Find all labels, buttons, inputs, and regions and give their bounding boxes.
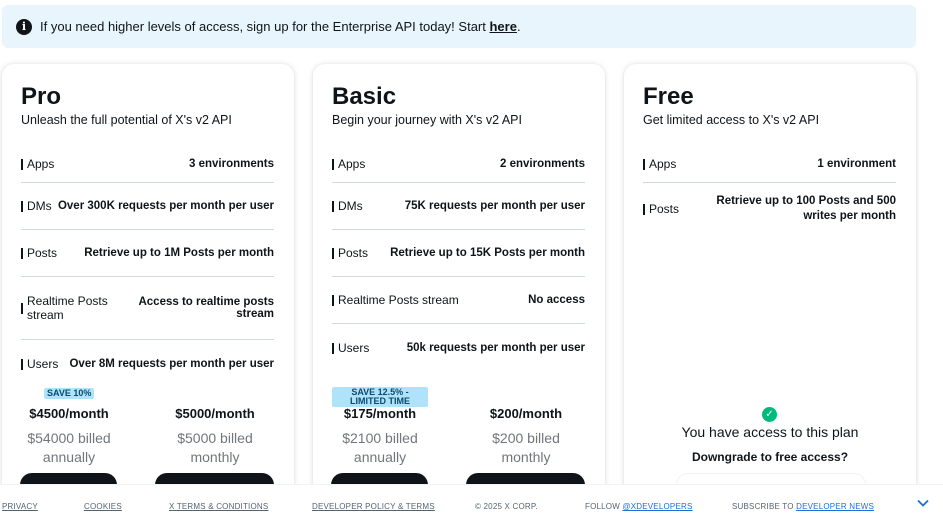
- feature-marker: [21, 358, 23, 370]
- subscribe-developer-news-link[interactable]: DEVELOPER NEWS: [796, 502, 874, 511]
- feature-marker: [332, 200, 334, 212]
- banner-message: If you need higher levels of access, sig…: [40, 19, 490, 34]
- plan-subtitle: Unleash the full potential of X's v2 API: [21, 113, 232, 127]
- feature-value: Access to realtime posts stream: [138, 296, 274, 320]
- monthly-price: $200/month: [489, 406, 563, 421]
- annual-billed: $54000 billed annually: [27, 430, 111, 465]
- follow-xdevelopers-link[interactable]: @XDEVELOPERS: [622, 502, 692, 511]
- feature-value: 2 environments: [500, 158, 585, 170]
- footer-copyright: © 2025 X CORP.: [475, 502, 538, 511]
- feature-row-apps: Apps 1 environment: [643, 146, 896, 183]
- enterprise-here-link[interactable]: here: [489, 19, 516, 34]
- feature-row-posts: Posts Retrieve up to 1M Posts per month: [21, 230, 274, 277]
- downgrade-prompt: Downgrade to free access?: [691, 450, 849, 464]
- feature-row-dms: DMs 75K requests per month per user: [332, 183, 585, 230]
- feature-name: Posts: [338, 246, 369, 260]
- plan-card-basic: Basic Begin your journey with X's v2 API…: [313, 64, 605, 504]
- plan-title: Pro: [21, 83, 62, 110]
- save-badge: SAVE 12.5% - LIMITED TIME: [332, 387, 428, 407]
- feature-value: 50k requests per month per user: [406, 342, 585, 354]
- feature-name: Realtime Posts stream: [338, 293, 459, 307]
- feature-value: Over 8M requests per month per user: [69, 358, 274, 370]
- save-badge: SAVE 10%: [44, 388, 95, 399]
- annual-price: $4500/month: [29, 406, 109, 421]
- footer-link-privacy[interactable]: PRIVACY: [2, 502, 38, 511]
- feature-row-posts: Posts Retrieve up to 100 Posts and 500 w…: [643, 194, 896, 234]
- info-icon: i: [16, 18, 32, 35]
- feature-value: Retrieve up to 15K Posts per month: [390, 247, 585, 259]
- plan-title: Free: [643, 83, 694, 110]
- feature-marker: [643, 203, 645, 215]
- site-footer: PRIVACY COOKIES X TERMS & CONDITIONS DEV…: [0, 484, 943, 530]
- feature-row-dms: DMs Over 300K requests per month per use…: [21, 183, 274, 230]
- feature-row-apps: Apps 2 environments: [332, 146, 585, 183]
- chevron-down-icon[interactable]: [917, 497, 929, 509]
- banner-suffix: .: [516, 19, 521, 34]
- access-status: You have access to this plan: [681, 424, 859, 440]
- plan-title: Basic: [332, 83, 397, 110]
- feature-name: Posts: [27, 246, 58, 260]
- feature-name: Apps: [649, 157, 677, 171]
- feature-marker: [21, 200, 23, 212]
- feature-marker: [21, 247, 23, 259]
- feature-name: Users: [27, 357, 59, 371]
- feature-marker: [643, 158, 645, 170]
- feature-row-realtime: Realtime Posts stream Access to realtime…: [21, 277, 274, 340]
- feature-name: Apps: [27, 157, 55, 171]
- feature-marker: [332, 294, 334, 306]
- feature-marker: [332, 158, 334, 170]
- feature-value: 3 environments: [189, 158, 274, 170]
- feature-name: Apps: [338, 157, 366, 171]
- feature-row-users: Users 50k requests per month per user: [332, 324, 585, 372]
- feature-name: DMs: [27, 199, 52, 213]
- annual-price: $175/month: [343, 406, 417, 421]
- feature-row-posts: Posts Retrieve up to 15K Posts per month: [332, 230, 585, 277]
- follow-prefix: FOLLOW: [585, 502, 623, 511]
- feature-value: Retrieve up to 100 Posts and 500 writes …: [716, 195, 896, 222]
- feature-name: Realtime Posts stream: [27, 294, 108, 322]
- enterprise-banner: i If you need higher levels of access, s…: [2, 5, 916, 48]
- feature-value: 75K requests per month per user: [404, 200, 585, 212]
- footer-link-cookies[interactable]: COOKIES: [84, 502, 122, 511]
- feature-name: Posts: [649, 202, 680, 216]
- feature-value: 1 environment: [817, 158, 896, 170]
- monthly-billed: $5000 billed monthly: [177, 430, 253, 465]
- footer-link-terms[interactable]: X TERMS & CONDITIONS: [169, 502, 268, 511]
- feature-name: DMs: [338, 199, 363, 213]
- annual-billed: $2100 billed annually: [342, 430, 418, 465]
- subscribe-prefix: SUBSCRIBE TO: [732, 502, 797, 511]
- banner-text: If you need higher levels of access, sig…: [40, 19, 521, 34]
- feature-marker: [332, 342, 334, 354]
- feature-row-users: Users Over 8M requests per month per use…: [21, 340, 274, 388]
- feature-value: Over 300K requests per month per user: [57, 200, 274, 212]
- feature-value: Retrieve up to 1M Posts per month: [84, 247, 274, 259]
- plan-subtitle: Get limited access to X's v2 API: [643, 113, 820, 127]
- feature-marker: [21, 158, 23, 170]
- feature-marker: [332, 247, 334, 259]
- feature-marker: [21, 302, 23, 314]
- feature-name: Users: [338, 341, 370, 355]
- footer-follow: FOLLOW @XDEVELOPERS: [585, 502, 693, 511]
- plan-subtitle: Begin your journey with X's v2 API: [332, 113, 522, 127]
- feature-row-realtime: Realtime Posts stream No access: [332, 277, 585, 324]
- plan-card-pro: Pro Unleash the full potential of X's v2…: [2, 64, 294, 504]
- feature-value: No access: [528, 294, 585, 306]
- footer-subscribe: SUBSCRIBE TO DEVELOPER NEWS: [732, 502, 874, 511]
- monthly-billed: $200 billed monthly: [492, 430, 560, 465]
- feature-row-apps: Apps 3 environments: [21, 146, 274, 183]
- footer-link-developer-policy[interactable]: DEVELOPER POLICY & TERMS: [312, 502, 435, 511]
- monthly-price: $5000/month: [175, 406, 255, 421]
- plan-card-free: Free Get limited access to X's v2 API Ap…: [624, 64, 916, 504]
- check-circle-icon: ✓: [762, 407, 777, 422]
